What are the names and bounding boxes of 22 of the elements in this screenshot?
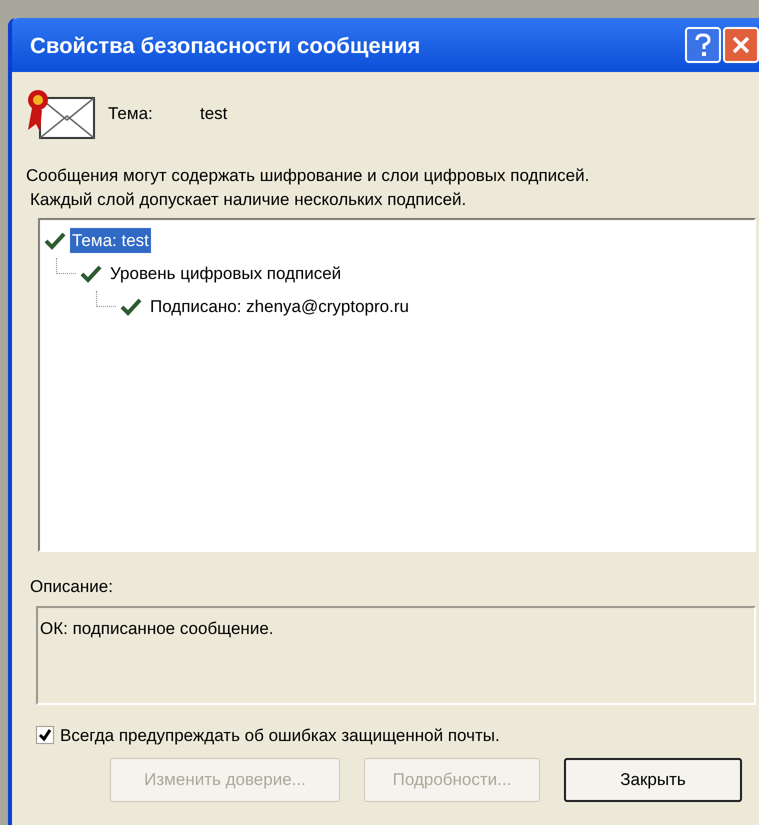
- subject-value: test: [200, 103, 228, 126]
- warn-checkbox[interactable]: [36, 726, 54, 744]
- close-button[interactable]: [723, 27, 759, 63]
- help-button[interactable]: [685, 27, 721, 63]
- window-title: Свойства безопасности сообщения: [30, 32, 422, 60]
- tree-connector-line: [56, 258, 76, 274]
- tree-item[interactable]: Тема: test: [70, 228, 151, 254]
- tree-connector-line: [96, 290, 116, 306]
- intro-text: Каждый слой допускает наличие нескольких подписей.: [30, 189, 468, 211]
- check-icon: [120, 298, 142, 316]
- tree-item[interactable]: Подписано: zhenya@cryptopro.ru: [148, 294, 411, 320]
- description-text: ОК: подписанное сообщение.: [40, 618, 274, 638]
- description-label: Описание:: [30, 576, 114, 598]
- help-icon: [694, 33, 712, 57]
- dialog-button[interactable]: Закрыть: [564, 758, 742, 802]
- tree-item[interactable]: Уровень цифровых подписей: [108, 260, 344, 286]
- subject-label: Тема:: [108, 103, 154, 126]
- check-icon: [44, 232, 66, 250]
- warn-checkbox-label[interactable]: Всегда предупреждать об ошибках защищенной почты.: [60, 722, 500, 748]
- close-icon: [731, 35, 751, 55]
- check-icon: [80, 264, 102, 282]
- intro-text: Сообщения могут содержать шифрование и слои цифровых подписей.: [26, 165, 590, 187]
